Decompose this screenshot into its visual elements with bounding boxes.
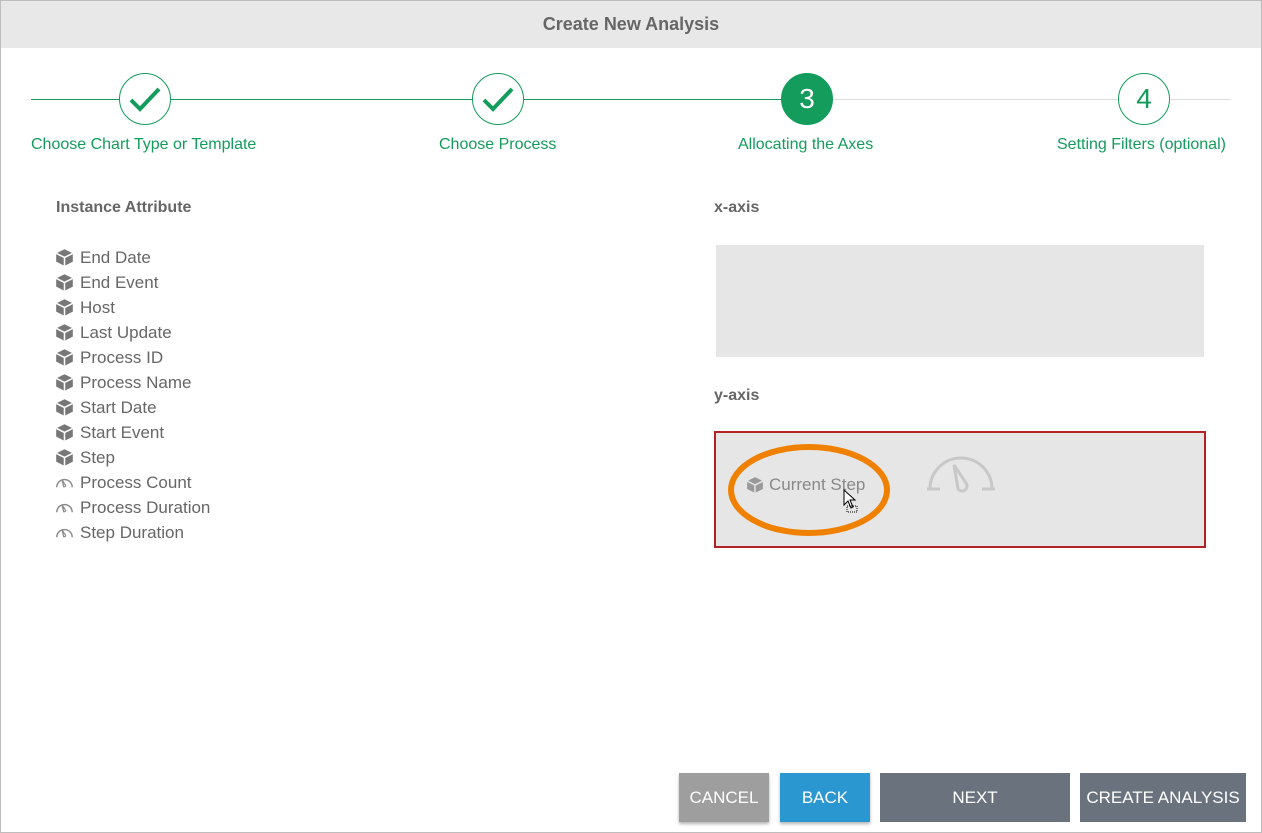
attribute-label: Step xyxy=(80,447,115,467)
cancel-button[interactable]: CANCEL xyxy=(679,773,769,822)
attribute-label: Step Duration xyxy=(80,522,184,542)
x-axis-dropzone[interactable] xyxy=(716,245,1204,357)
create-analysis-button[interactable]: CREATE ANALYSIS xyxy=(1080,773,1246,822)
attribute-label: Process Count xyxy=(80,472,192,492)
attributes-heading: Instance Attribute xyxy=(56,199,192,216)
attribute-label: Process Duration xyxy=(80,497,211,517)
step-4-label[interactable]: Setting Filters (optional) xyxy=(1057,136,1226,154)
attribute-item[interactable]: Process Name xyxy=(55,370,210,395)
attribute-label: Start Event xyxy=(80,422,165,442)
attribute-label: Process ID xyxy=(80,347,164,367)
gauge-icon xyxy=(56,503,73,513)
attribute-label: End Event xyxy=(80,272,159,292)
highlight-ellipse xyxy=(728,444,890,536)
attribute-item[interactable]: Step Duration xyxy=(55,520,210,545)
cube-icon xyxy=(55,274,74,291)
cube-icon xyxy=(55,449,74,466)
gauge-icon xyxy=(56,478,73,488)
check-icon xyxy=(129,87,161,112)
attribute-item[interactable]: Start Date xyxy=(55,395,210,420)
x-axis-label: x-axis xyxy=(714,199,760,216)
attribute-item[interactable]: End Event xyxy=(55,270,210,295)
attribute-item[interactable]: Start Event xyxy=(55,420,210,445)
y-axis-dropzone[interactable]: Current Step xyxy=(714,431,1206,548)
attribute-label: End Date xyxy=(80,247,151,267)
attribute-item[interactable]: Last Update xyxy=(55,320,210,345)
attribute-label: Start Date xyxy=(80,397,157,417)
step-3-circle: 3 xyxy=(781,73,833,125)
step-2-label[interactable]: Choose Process xyxy=(439,136,556,154)
step-4-circle[interactable]: 4 xyxy=(1118,73,1170,125)
attribute-label: Host xyxy=(80,297,115,317)
cube-icon xyxy=(55,374,74,391)
cube-icon xyxy=(55,249,74,266)
cube-icon xyxy=(55,299,74,316)
back-button[interactable]: BACK xyxy=(780,773,870,822)
step-3-label: Allocating the Axes xyxy=(738,136,874,153)
gauge-icon xyxy=(56,528,73,538)
gauge-placeholder-icon xyxy=(927,456,995,493)
step-1-circle[interactable] xyxy=(119,73,171,125)
cube-icon xyxy=(55,324,74,341)
mouse-cursor-icon xyxy=(843,489,858,513)
attribute-label: Process Name xyxy=(80,372,192,392)
y-axis-label: y-axis xyxy=(714,387,760,404)
attribute-item[interactable]: Host xyxy=(55,295,210,320)
cube-icon xyxy=(55,399,74,416)
attribute-label: Last Update xyxy=(80,322,172,342)
attribute-item[interactable]: End Date xyxy=(55,245,210,270)
step-2-circle[interactable] xyxy=(472,73,524,125)
cube-icon xyxy=(55,424,74,441)
attribute-list: End Date End Event Host Last Update Process … xyxy=(55,245,210,545)
check-icon xyxy=(482,87,514,112)
attribute-item[interactable]: Process ID xyxy=(55,345,210,370)
cube-icon xyxy=(55,349,74,366)
dialog-title: Create New Analysis xyxy=(1,1,1261,48)
attribute-item[interactable]: Process Duration xyxy=(55,495,210,520)
attribute-item[interactable]: Process Count xyxy=(55,470,210,495)
attribute-item[interactable]: Step xyxy=(55,445,210,470)
step-1-label[interactable]: Choose Chart Type or Template xyxy=(31,136,256,154)
next-button[interactable]: NEXT xyxy=(880,773,1070,822)
